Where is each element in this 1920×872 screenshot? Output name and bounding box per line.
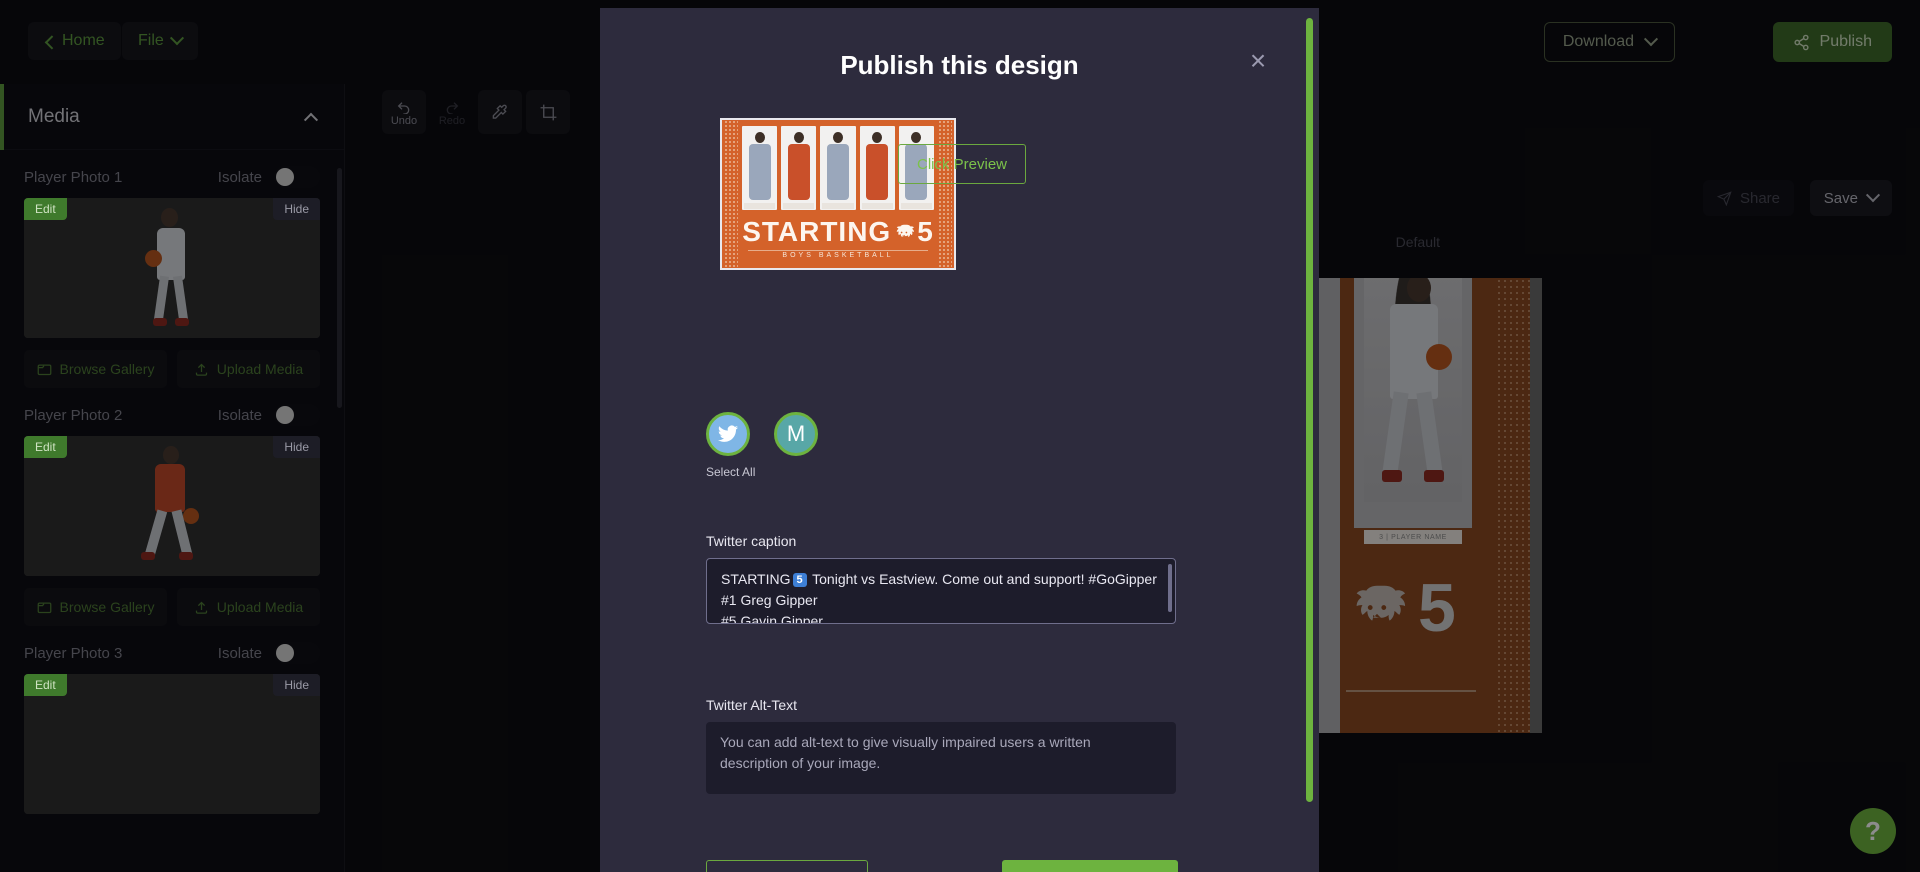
- caption-label: Twitter caption: [706, 533, 797, 549]
- figure-head: [872, 132, 883, 143]
- figure-body: [866, 144, 889, 200]
- social-account-twitter[interactable]: [706, 412, 750, 456]
- hide-button[interactable]: Hide: [273, 436, 320, 458]
- figure-head: [833, 132, 843, 143]
- design-thumbnail-art: STARTING 5 BOYS BASKETBALL: [722, 120, 954, 268]
- caption-line1-rest: Tonight vs Eastview. Come out and suppor…: [812, 571, 1157, 587]
- edit-button[interactable]: Edit: [24, 198, 67, 220]
- publish-modal: Publish this design × STARTING 5 BOYS BA…: [600, 8, 1319, 872]
- schedule-post-button[interactable]: Schedule Post: [706, 860, 868, 872]
- caption-line-1: STARTING 5 Tonight vs Eastview. Come out …: [721, 569, 1161, 590]
- modal-title: Publish this design: [840, 50, 1079, 80]
- social-account-mastodon[interactable]: M: [774, 412, 818, 456]
- design-title: STARTING: [742, 216, 892, 247]
- design-thumbnail[interactable]: STARTING 5 BOYS BASKETBALL: [720, 118, 956, 270]
- photo-caption-bar: [900, 203, 933, 209]
- photo-caption-bar: [861, 203, 893, 209]
- photo-caption-bar: [744, 203, 776, 209]
- photo-caption-bar: [783, 203, 815, 209]
- caption-line-2: #1 Greg Gipper: [721, 592, 818, 608]
- design-title-row: STARTING 5: [722, 216, 954, 248]
- keycap-five-icon: 5: [792, 573, 807, 587]
- player-photo: [820, 126, 856, 210]
- caption-line1-prefix: STARTING: [721, 571, 791, 587]
- caption-textarea[interactable]: STARTING 5 Tonight vs Eastview. Come out …: [706, 558, 1176, 624]
- select-all-link[interactable]: Select All: [706, 465, 818, 479]
- hide-button[interactable]: Hide: [273, 198, 320, 220]
- figure-body: [748, 144, 771, 200]
- close-icon[interactable]: ×: [1243, 46, 1273, 76]
- caption-scrollbar[interactable]: [1168, 564, 1172, 612]
- publish-now-button[interactable]: Publish Now: [1002, 860, 1178, 872]
- figure-head: [793, 132, 804, 143]
- caption-line-3: #5 Gavin Gipper: [721, 613, 823, 624]
- design-number: 5: [917, 216, 934, 247]
- hide-button[interactable]: Hide: [273, 674, 320, 696]
- player-photo: [742, 126, 778, 210]
- design-subtitle-rule: [748, 250, 928, 251]
- social-accounts: M Select All: [706, 412, 818, 479]
- modal-scrollbar[interactable]: [1306, 18, 1313, 802]
- design-subtitle: BOYS BASKETBALL: [782, 252, 894, 259]
- photo-caption-bar: [822, 203, 854, 209]
- figure-head: [911, 132, 922, 143]
- edit-button[interactable]: Edit: [24, 436, 67, 458]
- twitter-bird-icon: [717, 425, 739, 442]
- player-photo: [859, 126, 895, 210]
- figure-body: [787, 144, 810, 200]
- app-root: Home File Download Publish Undo Redo Sha…: [0, 0, 1920, 872]
- click-preview-button[interactable]: Click Preview: [898, 144, 1026, 184]
- figure-body: [827, 144, 849, 200]
- lion-head-icon: [897, 224, 915, 238]
- social-account-row: M: [706, 412, 818, 456]
- alt-text-label: Twitter Alt-Text: [706, 697, 798, 713]
- social-account-initial: M: [786, 421, 806, 446]
- player-photo: [781, 126, 817, 210]
- figure-head: [754, 132, 765, 143]
- alt-text-textarea[interactable]: [706, 722, 1176, 794]
- edit-button[interactable]: Edit: [24, 674, 67, 696]
